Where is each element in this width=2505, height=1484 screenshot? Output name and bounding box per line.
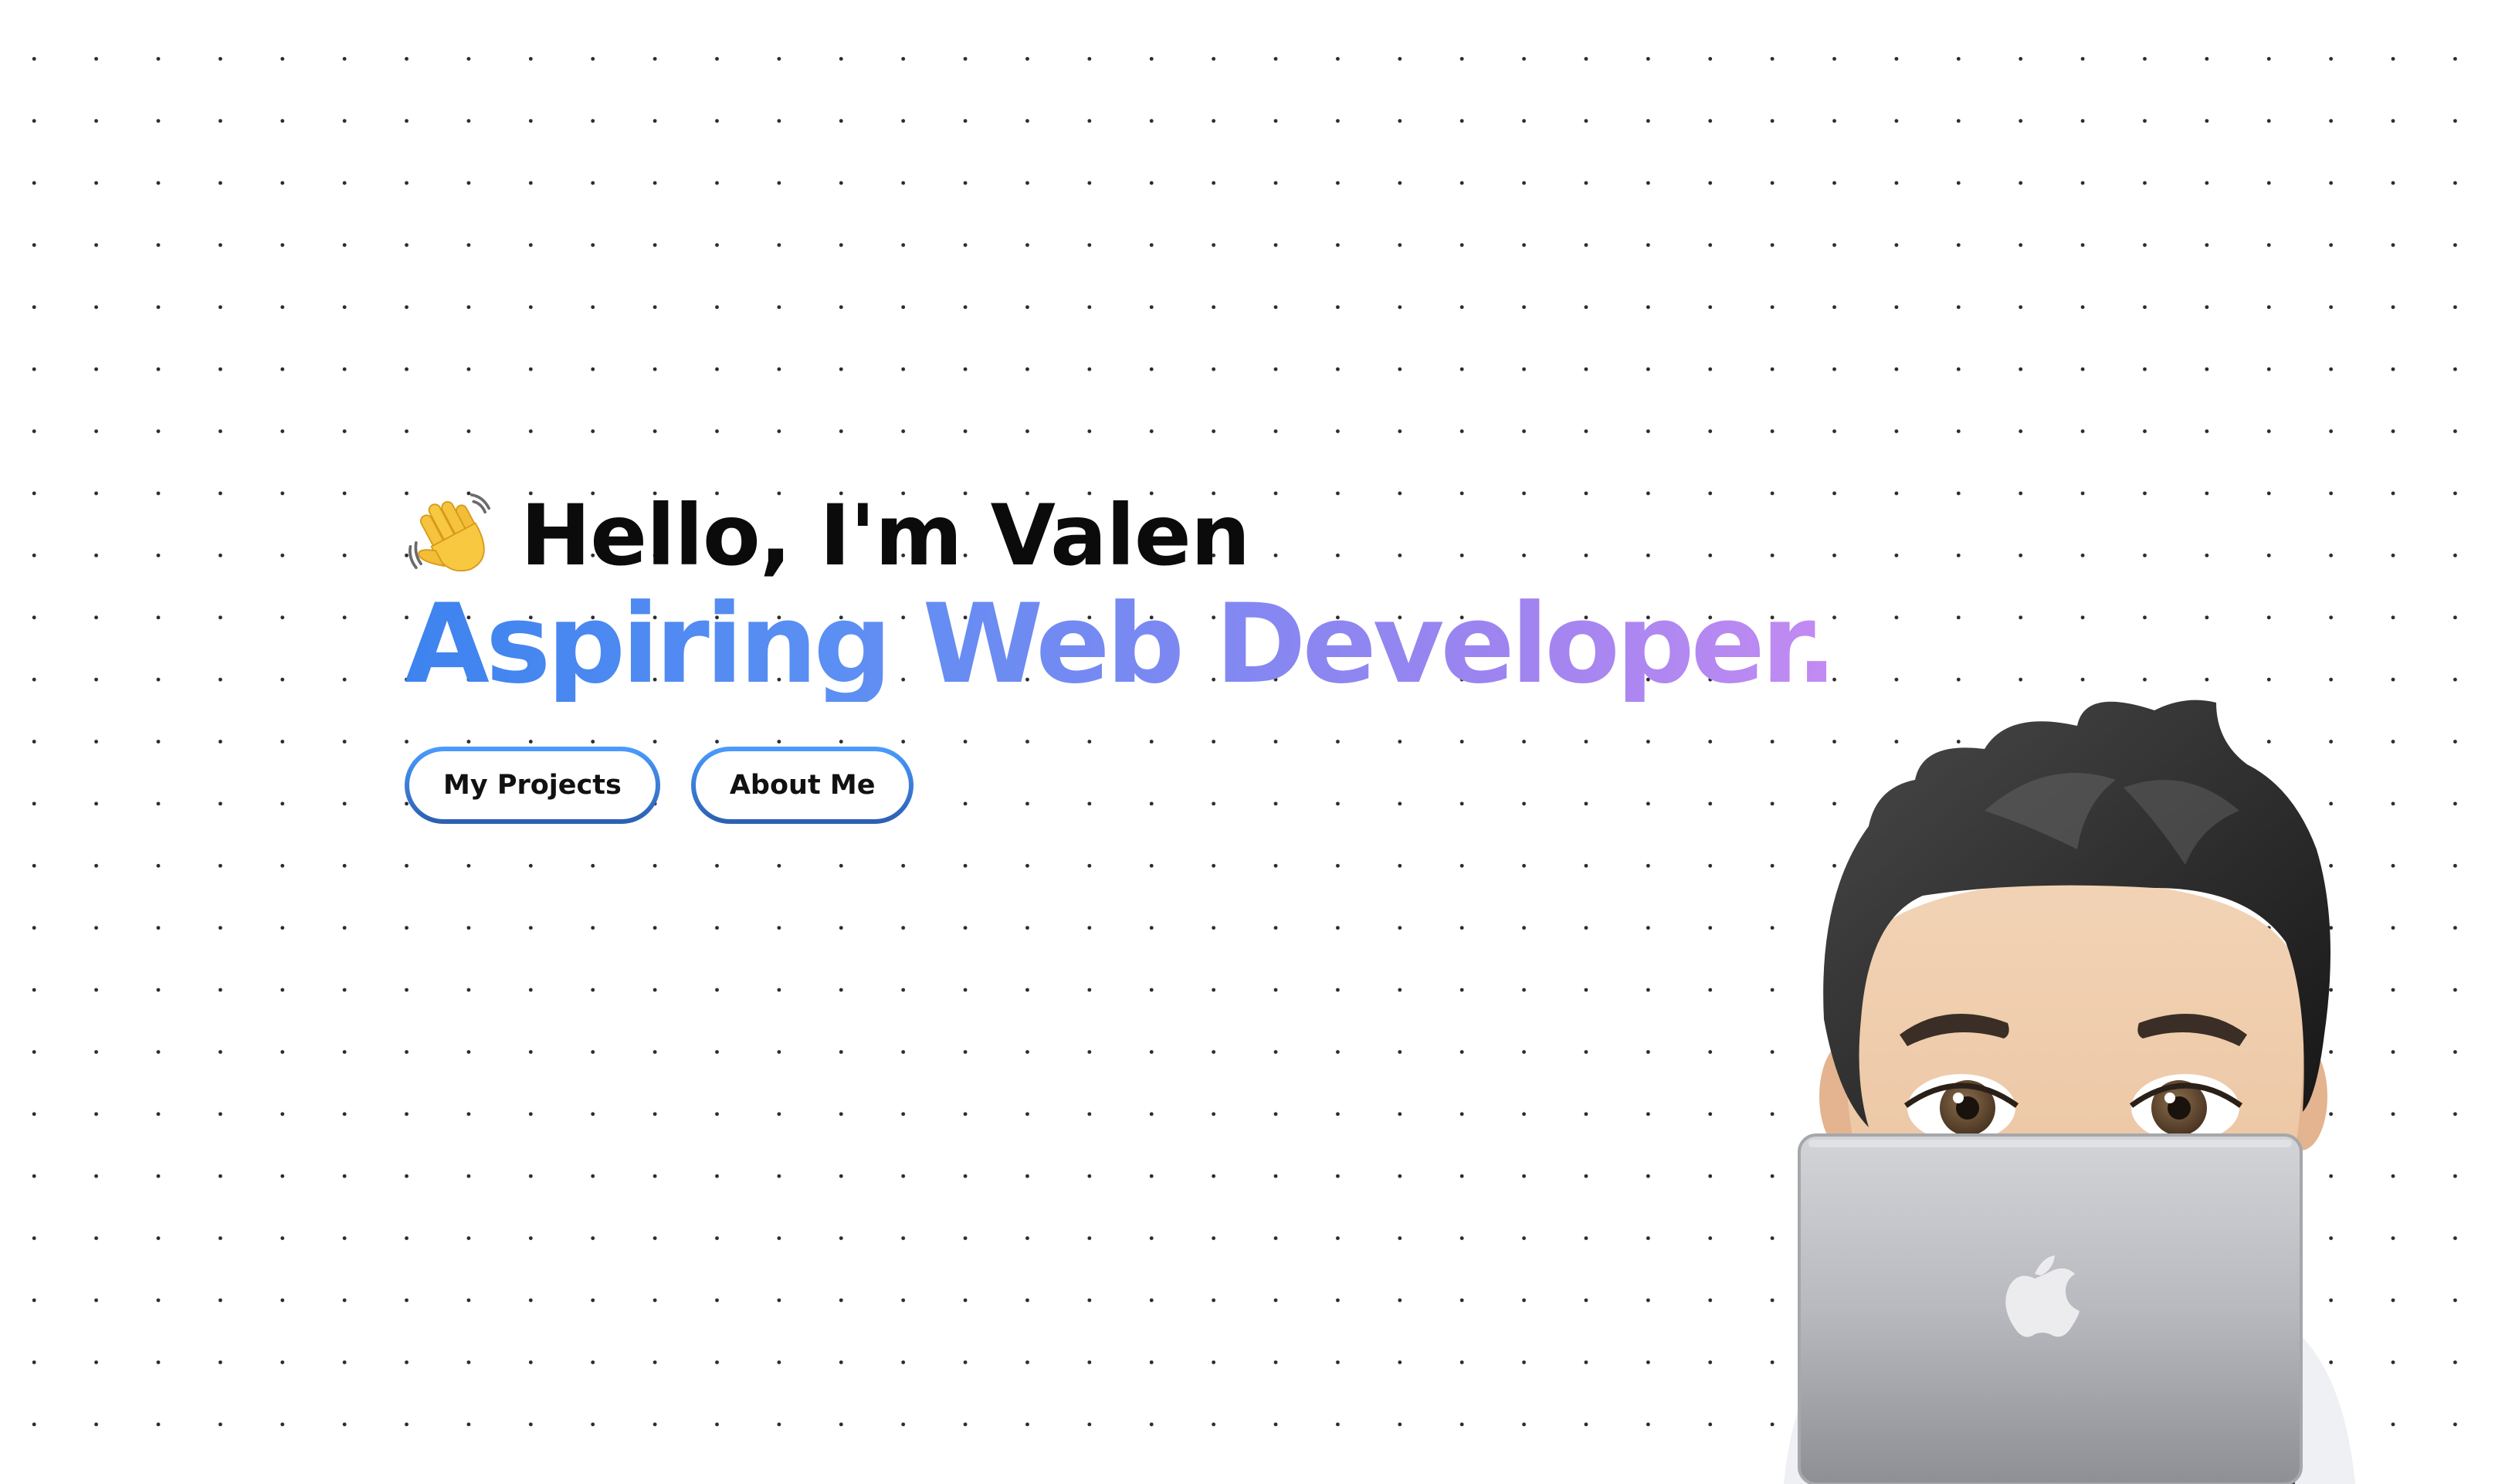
my-projects-button[interactable]: My Projects (405, 747, 660, 824)
waving-hand-icon (408, 493, 490, 572)
greeting-line: Hello, I'm Valen (405, 485, 1949, 585)
about-me-button[interactable]: About Me (691, 747, 914, 824)
greeting-text: Hello, I'm Valen (520, 486, 1250, 584)
headline: Aspiring Web Developer. (405, 581, 1838, 708)
page: { "hero": { "greeting": "Hello, I'm Vale… (0, 0, 2505, 1484)
memoji-developer-with-laptop-icon (1784, 700, 2355, 1484)
hero-buttons: My Projects About Me (405, 747, 1949, 824)
hero-section: Hello, I'm Valen Aspiring Web Developer.… (405, 485, 1949, 824)
